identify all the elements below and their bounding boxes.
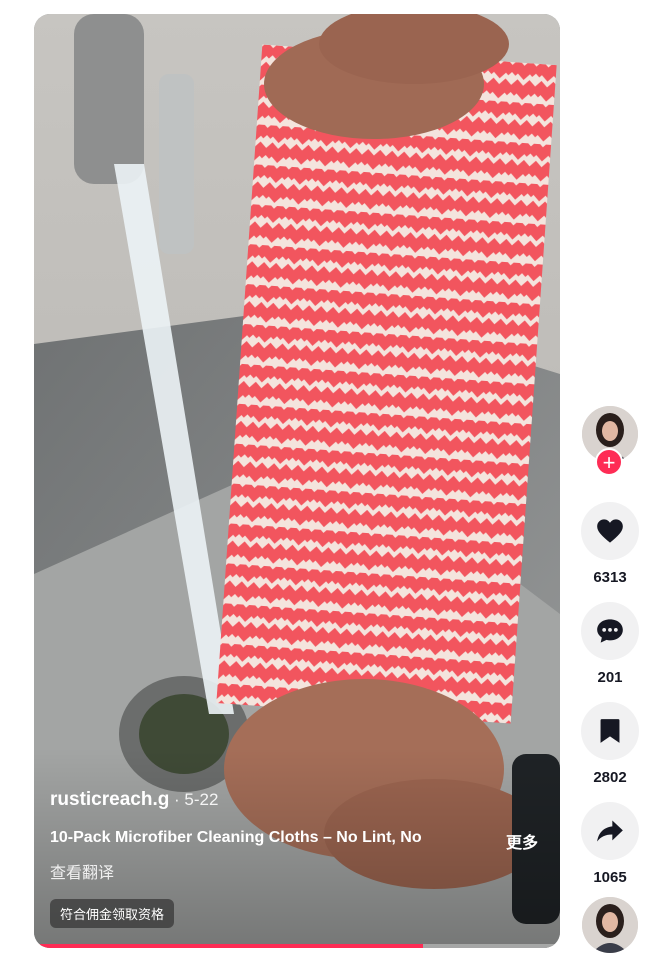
bookmark-icon (600, 719, 620, 743)
comment-icon (597, 619, 623, 643)
save-button[interactable] (581, 702, 639, 760)
video-player[interactable]: rusticreach.g · 5-22 10-Pack Microfiber … (34, 14, 560, 948)
description-row: 10-Pack Microfiber Cleaning Cloths – No … (50, 829, 544, 852)
share-action[interactable]: 1065 (580, 802, 640, 891)
translate-link[interactable]: 查看翻译 (50, 859, 544, 883)
video-description: 10-Pack Microfiber Cleaning Cloths – No … (50, 829, 422, 846)
share-count: 1065 (593, 869, 627, 886)
more-button[interactable]: 更多 (506, 829, 538, 853)
video-caption: rusticreach.g · 5-22 10-Pack Microfiber … (50, 789, 544, 928)
sound-avatar[interactable] (582, 897, 638, 953)
post-date: · 5-22 (169, 790, 219, 809)
comment-count: 201 (597, 669, 623, 686)
progress-bar[interactable] (34, 944, 560, 948)
heart-icon (597, 519, 623, 543)
like-action[interactable]: 6313 (580, 502, 640, 591)
save-count: 2802 (593, 769, 627, 786)
author-name[interactable]: rusticreach.g (50, 789, 169, 810)
share-button[interactable] (581, 802, 639, 860)
sound-avatar-image (582, 897, 638, 953)
share-icon (597, 820, 623, 842)
author-line: rusticreach.g · 5-22 (50, 789, 544, 811)
progress-fill (34, 944, 424, 948)
comment-action[interactable]: 201 (580, 602, 640, 691)
like-count: 6313 (593, 569, 627, 586)
follow-button[interactable]: + (595, 448, 623, 476)
comment-button[interactable] (581, 602, 639, 660)
action-rail: + 6313 201 2802 1065 (580, 406, 640, 953)
commission-badge[interactable]: 符合佣金领取资格 (50, 899, 175, 928)
save-action[interactable]: 2802 (580, 702, 640, 791)
plus-icon: + (602, 450, 616, 475)
like-button[interactable] (581, 502, 639, 560)
